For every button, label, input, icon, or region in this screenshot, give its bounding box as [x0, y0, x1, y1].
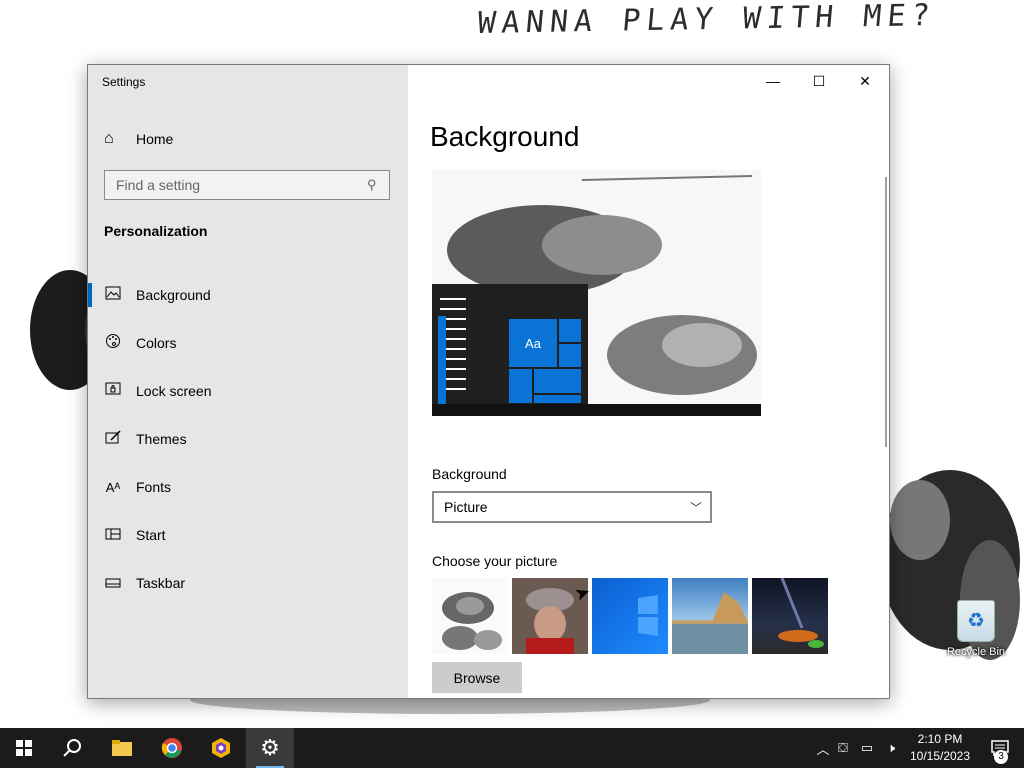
minimize-icon: — — [766, 73, 780, 89]
minimize-button[interactable]: — — [750, 65, 796, 97]
start-button[interactable] — [0, 728, 48, 768]
maximize-button[interactable]: ☐ — [796, 65, 842, 97]
window-title: Settings — [102, 75, 146, 89]
background-type-dropdown[interactable]: Picture ﹀ — [432, 491, 712, 523]
maximize-icon: ☐ — [812, 72, 826, 89]
browse-button[interactable]: Browse — [432, 662, 522, 693]
sidebar-item-themes[interactable]: Themes — [88, 415, 408, 463]
search-button[interactable] — [48, 728, 96, 768]
home-label: Home — [136, 131, 174, 147]
app-button[interactable] — [197, 728, 245, 768]
section-title: Personalization — [104, 223, 208, 239]
picture-thumbnail[interactable] — [432, 578, 508, 654]
fonts-icon: Aᴬ — [105, 479, 121, 495]
windows-logo-icon — [16, 740, 32, 756]
home-nav-item[interactable]: ⌂ Home — [88, 127, 408, 151]
home-icon: ⌂ — [104, 130, 114, 147]
page-title: Background — [430, 121, 580, 152]
search-box: ⚲ — [104, 170, 390, 200]
sidebar-item-background[interactable]: Background — [88, 271, 408, 319]
sidebar-item-label: Lock screen — [136, 383, 212, 399]
sidebar-item-taskbar[interactable]: Taskbar — [88, 559, 408, 607]
sidebar-item-label: Themes — [136, 431, 187, 447]
themes-icon — [104, 430, 122, 448]
system-tray: ︿ ⛋ ▭ 🕨 — [815, 728, 903, 768]
sidebar-item-label: Taskbar — [136, 575, 186, 591]
chrome-button[interactable] — [148, 728, 196, 768]
app-hexagon-icon — [212, 738, 230, 758]
close-button[interactable]: ✕ — [842, 65, 888, 97]
recycle-bin-shortcut[interactable]: ♻ Recycle Bin — [942, 600, 1010, 658]
file-explorer-button[interactable] — [98, 728, 146, 768]
recycle-bin-icon: ♻ — [957, 600, 995, 642]
background-label: Background — [432, 466, 507, 482]
clock[interactable]: 2:10 PM 10/15/2023 — [902, 731, 978, 765]
recycle-bin-label: Recycle Bin — [946, 646, 1006, 658]
sidebar-item-lock-screen[interactable]: Lock screen — [88, 367, 408, 415]
picture-thumbnail[interactable] — [592, 578, 668, 654]
display-icon[interactable]: ▭ — [855, 740, 879, 756]
folder-icon — [112, 740, 132, 756]
volume-muted-icon[interactable]: 🕨 — [879, 740, 903, 756]
chevron-up-icon[interactable]: ︿ — [815, 739, 831, 758]
sidebar-item-colors[interactable]: Colors — [88, 319, 408, 367]
sidebar: Settings ⌂ Home ⚲ Personalization Backgr… — [88, 65, 408, 698]
gear-icon: ⚙ — [260, 735, 280, 760]
sidebar-item-label: Colors — [136, 335, 177, 351]
picture-thumbnails — [432, 578, 828, 654]
sidebar-item-fonts[interactable]: Aᴬ Fonts — [88, 463, 408, 511]
notification-count-badge: 3 — [994, 750, 1008, 764]
settings-taskbar-button[interactable]: ⚙ — [246, 728, 294, 768]
close-icon: ✕ — [859, 72, 871, 89]
start-menu-preview: Aa — [432, 284, 588, 404]
sidebar-item-start[interactable]: Start — [88, 511, 408, 559]
picture-icon — [104, 286, 122, 304]
picture-thumbnail[interactable] — [672, 578, 748, 654]
sidebar-item-label: Fonts — [136, 479, 172, 495]
network-icon[interactable]: ⛋ — [831, 740, 855, 756]
nav-list: Background Colors Lock screen Themes Aᴬ … — [88, 271, 408, 607]
start-icon — [104, 527, 122, 544]
dropdown-value: Picture — [444, 499, 488, 515]
sidebar-item-label: Background — [136, 287, 211, 303]
main-content: Background Aa Background Picture ﹀ Choos… — [408, 65, 889, 698]
preview-taskbar — [432, 404, 761, 416]
lock-screen-icon — [104, 382, 122, 400]
clock-date: 10/15/2023 — [909, 749, 971, 763]
taskbar-icon — [104, 575, 122, 592]
search-icon[interactable]: ⚲ — [367, 177, 389, 193]
picture-thumbnail[interactable] — [752, 578, 828, 654]
desktop-preview: Aa — [432, 170, 761, 416]
search-icon — [63, 739, 81, 757]
scrollbar[interactable] — [885, 177, 887, 447]
settings-window: Settings ⌂ Home ⚲ Personalization Backgr… — [87, 64, 890, 699]
search-input[interactable] — [105, 176, 367, 194]
chrome-icon — [161, 738, 182, 758]
taskbar: ⚙ ︿ ⛋ ▭ 🕨 2:10 PM 10/15/2023 — [0, 728, 1024, 768]
preview-tile-aa: Aa — [508, 318, 558, 368]
choose-picture-label: Choose your picture — [432, 553, 558, 569]
clock-time: 2:10 PM — [917, 732, 963, 746]
palette-icon — [104, 333, 122, 353]
sidebar-item-label: Start — [136, 527, 166, 543]
chevron-down-icon: ﹀ — [689, 500, 702, 515]
